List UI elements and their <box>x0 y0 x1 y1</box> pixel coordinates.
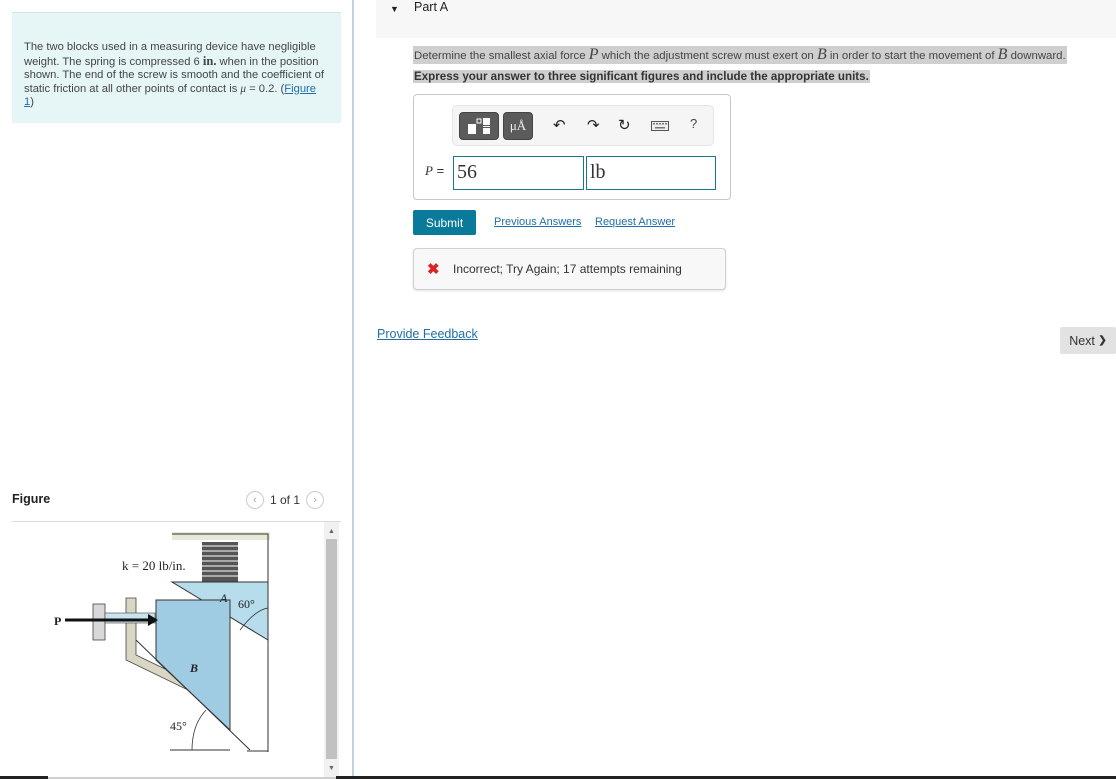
redo-icon[interactable]: ↷ <box>587 116 600 134</box>
value-input[interactable]: 56 <box>453 156 584 190</box>
request-answer-link[interactable]: Request Answer <box>595 216 675 228</box>
question-text: Determine the smallest axial force P whi… <box>413 46 1067 64</box>
unit-in: in. <box>202 53 217 68</box>
figure-diagram: k = 20 lb/in. P A 60° B 45° <box>54 532 270 752</box>
units-input[interactable]: lb <box>586 156 716 190</box>
collapse-triangle-icon[interactable]: ▼ <box>390 4 399 14</box>
angle-b-label: 45° <box>170 719 187 733</box>
previous-answers-link[interactable]: Previous Answers <box>494 216 581 228</box>
close-paren: ) <box>30 96 34 108</box>
problem-statement: The two blocks used in a measuring devic… <box>12 12 341 123</box>
mu-value: = 0.2. ( <box>246 82 285 95</box>
scroll-up-icon[interactable]: ▲ <box>324 524 339 538</box>
chevron-right-icon: ❯ <box>1098 335 1107 346</box>
figure-scrollbar[interactable]: ▲ ▼ <box>324 522 339 779</box>
templates-button[interactable] <box>459 112 499 140</box>
question-post: downward. <box>1007 50 1066 62</box>
answer-variable-label: P = <box>425 163 444 179</box>
figure-page-count: 1 of 1 <box>270 493 301 507</box>
left-panel: The two blocks used in a measuring devic… <box>0 0 352 779</box>
feedback-text: Incorrect; Try Again; 17 attempts remain… <box>453 262 682 276</box>
right-panel: ▼ Part A Determine the smallest axial fo… <box>354 0 1116 779</box>
screw-knob <box>92 603 106 641</box>
submit-button[interactable]: Submit <box>413 210 476 235</box>
equals-sign: = <box>432 163 445 178</box>
next-button[interactable]: Next ❯ <box>1060 327 1116 354</box>
next-label: Next <box>1069 333 1095 348</box>
chevron-right-icon: › <box>313 494 317 506</box>
undo-icon[interactable]: ↶ <box>553 116 566 134</box>
var-b: B <box>816 46 827 63</box>
reset-icon[interactable]: ↻ <box>618 116 631 134</box>
wall-shadow <box>172 532 270 540</box>
spring <box>202 542 238 582</box>
units-button[interactable]: μÅ <box>503 112 533 140</box>
figure-pager: ‹ 1 of 1 › <box>246 491 325 509</box>
angle-arc-b <box>191 709 207 751</box>
var-p: P <box>588 46 599 63</box>
var-b-2: B <box>997 46 1008 63</box>
block-b-label: B <box>189 661 198 675</box>
question-pre: Determine the smallest axial force <box>414 50 589 62</box>
help-icon[interactable]: ? <box>690 116 697 131</box>
templates-icon <box>468 118 490 134</box>
figure-prev-button[interactable]: ‹ <box>246 491 264 509</box>
answer-instruction: Express your answer to three significant… <box>413 70 870 83</box>
answer-box: μÅ ↶ ↷ ↻ ? P = 56 lb <box>413 94 731 200</box>
keyboard-icon[interactable] <box>651 121 669 131</box>
scroll-thumb[interactable] <box>326 539 337 759</box>
figure-title: Figure <box>12 492 51 506</box>
incorrect-x-icon: ✖ <box>427 261 440 278</box>
figure-separator <box>12 521 341 522</box>
math-toolbar: μÅ ↶ ↷ ↻ ? <box>452 105 714 146</box>
part-a-header[interactable]: ▼ Part A <box>376 0 1116 38</box>
force-label: P <box>54 614 61 628</box>
question-mid1: which the adjustment screw must exert on <box>598 50 817 62</box>
question-mid2: in order to start the movement of <box>826 50 998 62</box>
figure-next-button[interactable]: › <box>306 491 325 509</box>
angle-a-label: 60° <box>238 597 255 611</box>
feedback-message: ✖ Incorrect; Try Again; 17 attempts rema… <box>413 248 726 290</box>
spring-constant-label: k = 20 lb/in. <box>122 558 186 573</box>
variable-p: P <box>425 163 433 178</box>
chevron-left-icon: ‹ <box>253 494 257 506</box>
scroll-down-icon[interactable]: ▼ <box>324 761 339 775</box>
provide-feedback-link[interactable]: Provide Feedback <box>377 327 478 341</box>
block-a-label: A <box>219 591 228 605</box>
part-a-label: Part A <box>414 0 449 14</box>
